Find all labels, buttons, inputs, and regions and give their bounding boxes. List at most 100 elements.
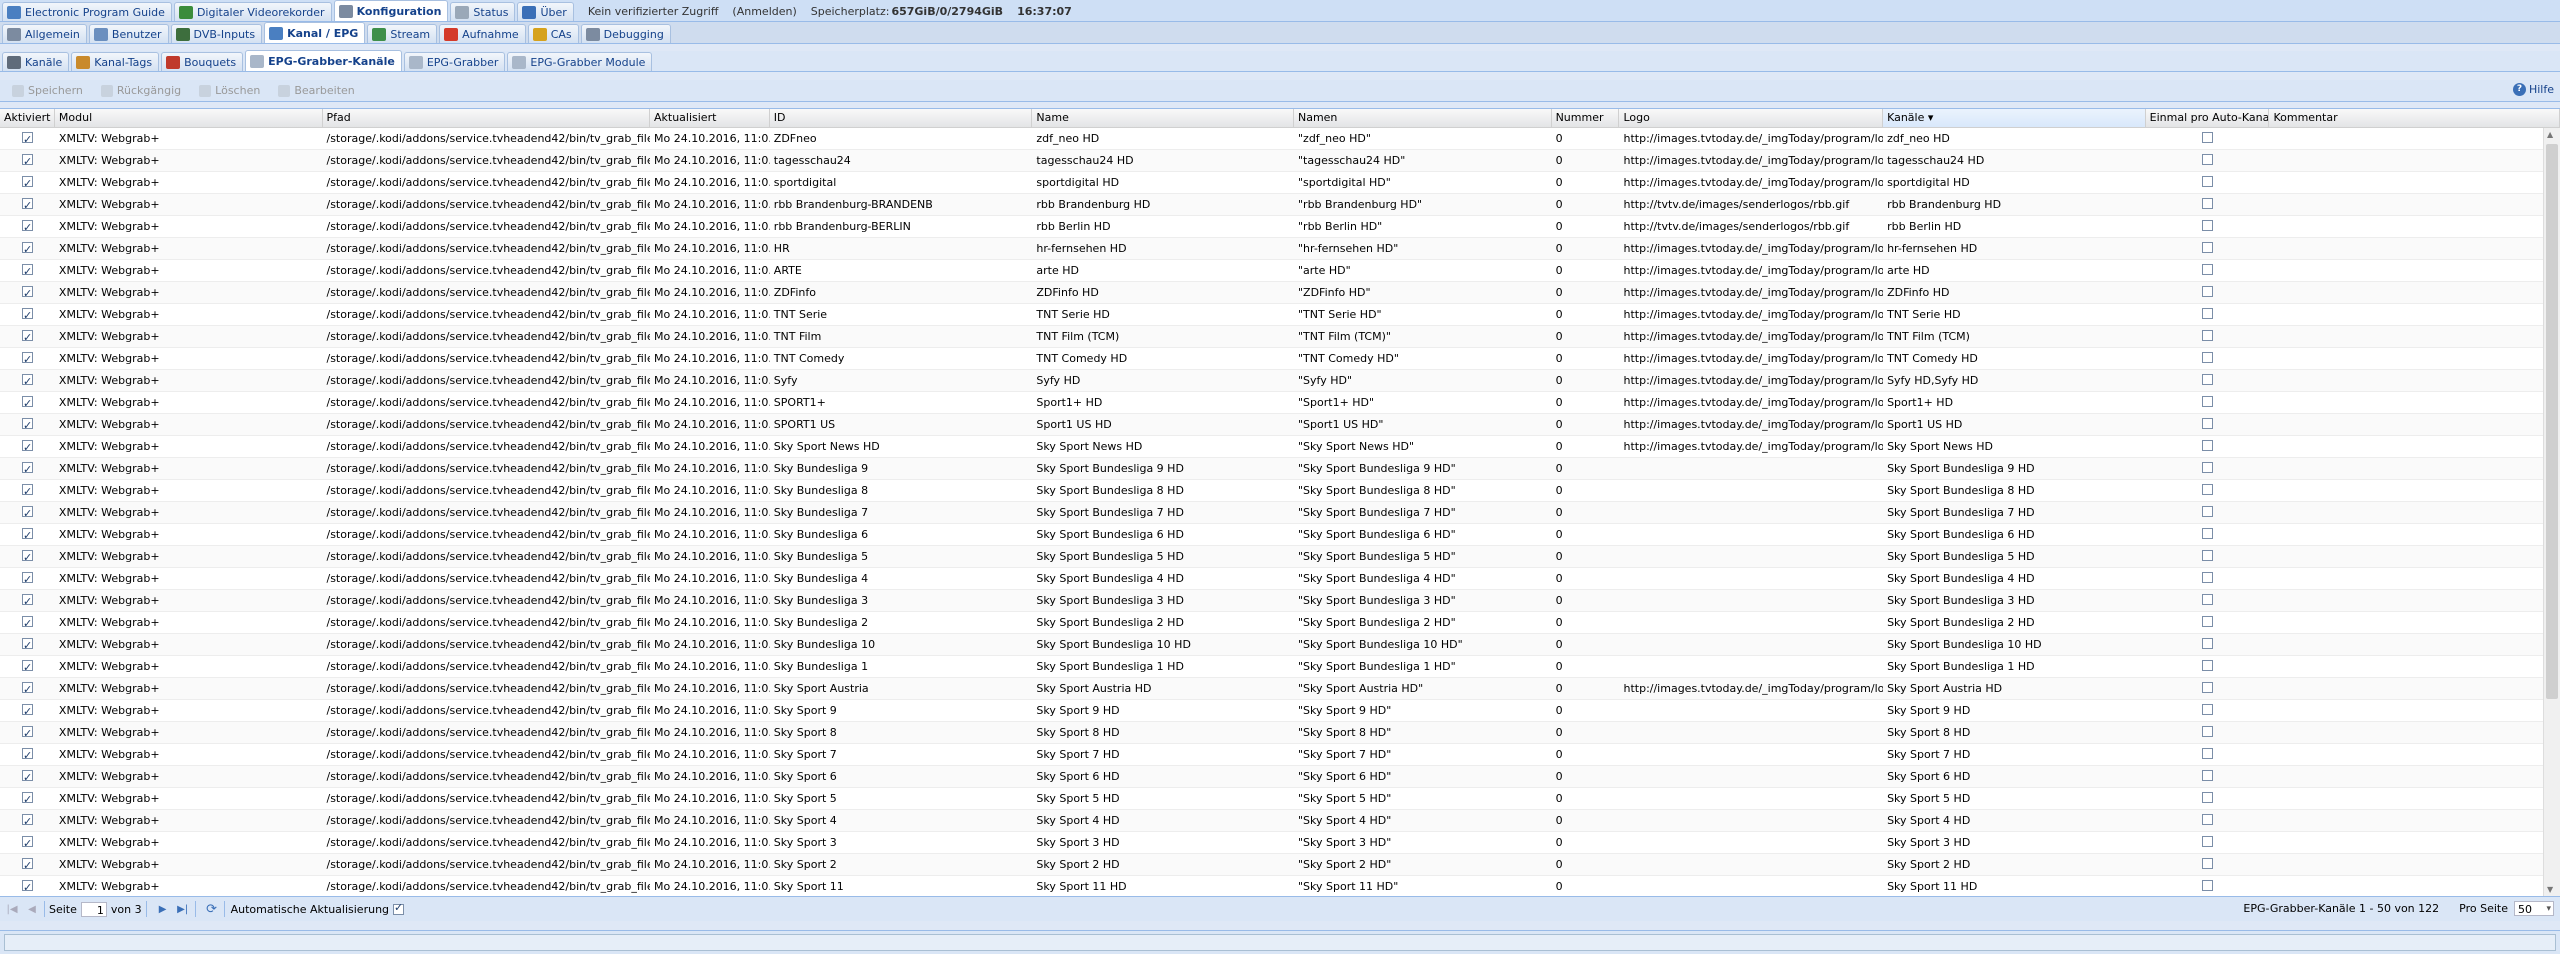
tab-stream[interactable]: Stream bbox=[367, 24, 438, 43]
table-row[interactable]: XMLTV: Webgrab+ /storage/.kodi/addons/ser… bbox=[0, 172, 2560, 194]
table-row[interactable]: XMLTV: Webgrab+ /storage/.kodi/addons/ser… bbox=[0, 546, 2560, 568]
once-per-auto-channel-checkbox[interactable] bbox=[2202, 374, 2214, 385]
enabled-checkbox[interactable] bbox=[21, 415, 33, 435]
scrollbar-thumb[interactable] bbox=[2546, 144, 2558, 699]
table-row[interactable]: XMLTV: Webgrab+ /storage/.kodi/addons/ser… bbox=[0, 524, 2560, 546]
prev-page-icon[interactable]: ◀ bbox=[24, 901, 40, 917]
enabled-checkbox[interactable] bbox=[21, 393, 33, 413]
save-button[interactable]: Speichern bbox=[6, 82, 89, 100]
enabled-checkbox[interactable] bbox=[21, 811, 33, 831]
table-row[interactable]: XMLTV: Webgrab+ /storage/.kodi/addons/ser… bbox=[0, 150, 2560, 172]
table-row[interactable]: XMLTV: Webgrab+ /storage/.kodi/addons/ser… bbox=[0, 788, 2560, 810]
once-per-auto-channel-checkbox[interactable] bbox=[2202, 550, 2214, 561]
enabled-checkbox[interactable] bbox=[21, 723, 33, 743]
tab-electronic-program-guide[interactable]: Electronic Program Guide bbox=[2, 2, 172, 21]
enabled-checkbox[interactable] bbox=[21, 613, 33, 633]
vertical-scrollbar[interactable]: ▲ ▼ bbox=[2543, 128, 2560, 896]
column-header[interactable]: Einmal pro Auto-Kanal bbox=[2146, 109, 2270, 127]
last-page-icon[interactable]: ▶| bbox=[175, 901, 191, 917]
table-row[interactable]: XMLTV: Webgrab+ /storage/.kodi/addons/ser… bbox=[0, 766, 2560, 788]
enabled-checkbox[interactable] bbox=[21, 217, 33, 237]
table-row[interactable]: XMLTV: Webgrab+ /storage/.kodi/addons/ser… bbox=[0, 700, 2560, 722]
table-row[interactable]: XMLTV: Webgrab+ /storage/.kodi/addons/ser… bbox=[0, 876, 2560, 896]
enabled-checkbox[interactable] bbox=[21, 261, 33, 281]
per-page-select[interactable]: 50 bbox=[2514, 901, 2554, 917]
tab-dvb-inputs[interactable]: DVB-Inputs bbox=[170, 24, 263, 43]
column-header[interactable]: Name bbox=[1032, 109, 1294, 127]
table-row[interactable]: XMLTV: Webgrab+ /storage/.kodi/addons/ser… bbox=[0, 480, 2560, 502]
table-row[interactable]: XMLTV: Webgrab+ /storage/.kodi/addons/ser… bbox=[0, 590, 2560, 612]
column-header[interactable]: Kanäle ▾ bbox=[1883, 109, 2146, 127]
once-per-auto-channel-checkbox[interactable] bbox=[2202, 572, 2214, 583]
enabled-checkbox[interactable] bbox=[21, 679, 33, 699]
enabled-checkbox[interactable] bbox=[21, 239, 33, 259]
once-per-auto-channel-checkbox[interactable] bbox=[2202, 836, 2214, 847]
table-row[interactable]: XMLTV: Webgrab+ /storage/.kodi/addons/ser… bbox=[0, 568, 2560, 590]
column-header[interactable]: Pfad bbox=[323, 109, 650, 127]
tab-debugging[interactable]: Debugging bbox=[580, 24, 671, 43]
enabled-checkbox[interactable] bbox=[21, 591, 33, 611]
once-per-auto-channel-checkbox[interactable] bbox=[2202, 330, 2214, 341]
once-per-auto-channel-checkbox[interactable] bbox=[2202, 748, 2214, 759]
column-header[interactable]: Logo bbox=[1619, 109, 1884, 127]
once-per-auto-channel-checkbox[interactable] bbox=[2202, 220, 2214, 231]
table-row[interactable]: XMLTV: Webgrab+ /storage/.kodi/addons/ser… bbox=[0, 436, 2560, 458]
tab-kanal-epg[interactable]: Kanal / EPG bbox=[264, 22, 366, 43]
tab-kanal-tags[interactable]: Kanal-Tags bbox=[71, 52, 160, 71]
enabled-checkbox[interactable] bbox=[21, 877, 33, 896]
once-per-auto-channel-checkbox[interactable] bbox=[2202, 484, 2214, 495]
enabled-checkbox[interactable] bbox=[21, 173, 33, 193]
delete-button[interactable]: Löschen bbox=[193, 82, 266, 100]
tab-epg-grabber-module[interactable]: EPG-Grabber Module bbox=[507, 52, 653, 71]
table-row[interactable]: XMLTV: Webgrab+ /storage/.kodi/addons/ser… bbox=[0, 282, 2560, 304]
once-per-auto-channel-checkbox[interactable] bbox=[2202, 242, 2214, 253]
once-per-auto-channel-checkbox[interactable] bbox=[2202, 352, 2214, 363]
login-link[interactable]: (Anmelden) bbox=[732, 5, 796, 18]
first-page-icon[interactable]: |◀ bbox=[4, 901, 20, 917]
once-per-auto-channel-checkbox[interactable] bbox=[2202, 638, 2214, 649]
enabled-checkbox[interactable] bbox=[21, 371, 33, 391]
enabled-checkbox[interactable] bbox=[21, 833, 33, 853]
once-per-auto-channel-checkbox[interactable] bbox=[2202, 726, 2214, 737]
enabled-checkbox[interactable] bbox=[21, 437, 33, 457]
once-per-auto-channel-checkbox[interactable] bbox=[2202, 858, 2214, 869]
once-per-auto-channel-checkbox[interactable] bbox=[2202, 792, 2214, 803]
scroll-up-icon[interactable]: ▲ bbox=[2547, 130, 2553, 139]
auto-refresh-checkbox[interactable] bbox=[393, 901, 405, 915]
once-per-auto-channel-checkbox[interactable] bbox=[2202, 682, 2214, 693]
tab-über[interactable]: Über bbox=[517, 2, 574, 21]
column-header[interactable]: Kommentar bbox=[2269, 109, 2560, 127]
enabled-checkbox[interactable] bbox=[21, 151, 33, 171]
once-per-auto-channel-checkbox[interactable] bbox=[2202, 286, 2214, 297]
column-header[interactable]: ID bbox=[770, 109, 1033, 127]
once-per-auto-channel-checkbox[interactable] bbox=[2202, 440, 2214, 451]
table-row[interactable]: XMLTV: Webgrab+ /storage/.kodi/addons/ser… bbox=[0, 678, 2560, 700]
table-row[interactable]: XMLTV: Webgrab+ /storage/.kodi/addons/ser… bbox=[0, 370, 2560, 392]
enabled-checkbox[interactable] bbox=[21, 459, 33, 479]
table-row[interactable]: XMLTV: Webgrab+ /storage/.kodi/addons/ser… bbox=[0, 810, 2560, 832]
enabled-checkbox[interactable] bbox=[21, 855, 33, 875]
next-page-icon[interactable]: ▶ bbox=[155, 901, 171, 917]
table-row[interactable]: XMLTV: Webgrab+ /storage/.kodi/addons/ser… bbox=[0, 304, 2560, 326]
column-header[interactable]: Namen bbox=[1294, 109, 1552, 127]
tab-konfiguration[interactable]: Konfiguration bbox=[333, 0, 449, 21]
tab-bouquets[interactable]: Bouquets bbox=[161, 52, 244, 71]
enabled-checkbox[interactable] bbox=[21, 481, 33, 501]
scroll-down-icon[interactable]: ▼ bbox=[2547, 885, 2553, 894]
enabled-checkbox[interactable] bbox=[21, 635, 33, 655]
once-per-auto-channel-checkbox[interactable] bbox=[2202, 154, 2214, 165]
page-input[interactable]: 1 bbox=[80, 901, 107, 917]
once-per-auto-channel-checkbox[interactable] bbox=[2202, 132, 2214, 143]
table-row[interactable]: XMLTV: Webgrab+ /storage/.kodi/addons/ser… bbox=[0, 502, 2560, 524]
once-per-auto-channel-checkbox[interactable] bbox=[2202, 594, 2214, 605]
table-row[interactable]: XMLTV: Webgrab+ /storage/.kodi/addons/ser… bbox=[0, 656, 2560, 678]
enabled-checkbox[interactable] bbox=[21, 503, 33, 523]
table-row[interactable]: XMLTV: Webgrab+ /storage/.kodi/addons/ser… bbox=[0, 744, 2560, 766]
undo-button[interactable]: Rückgängig bbox=[95, 82, 187, 100]
once-per-auto-channel-checkbox[interactable] bbox=[2202, 176, 2214, 187]
once-per-auto-channel-checkbox[interactable] bbox=[2202, 616, 2214, 627]
edit-button[interactable]: Bearbeiten bbox=[272, 82, 360, 100]
table-row[interactable]: XMLTV: Webgrab+ /storage/.kodi/addons/ser… bbox=[0, 348, 2560, 370]
enabled-checkbox[interactable] bbox=[21, 349, 33, 369]
tab-cas[interactable]: CAs bbox=[527, 24, 579, 43]
